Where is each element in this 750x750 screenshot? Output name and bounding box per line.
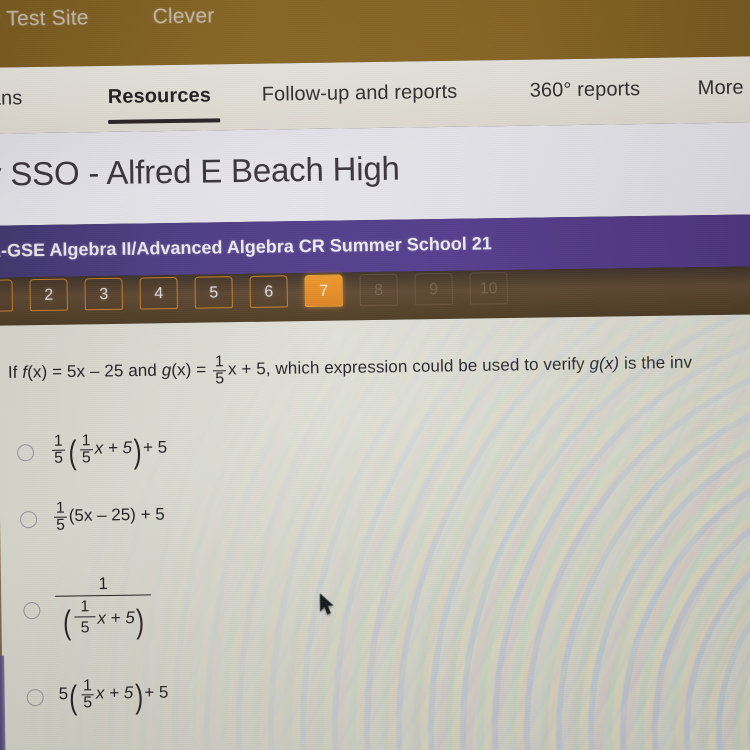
radio-option-c[interactable] (23, 602, 41, 620)
page-title-band: ity SSO - Alfred E Beach High (0, 122, 750, 226)
question-fraction: 15 (213, 353, 227, 388)
option-c-inner-denominator: 5 (74, 615, 96, 637)
page-left-edge-lower (0, 655, 6, 750)
option-a-outer-fraction: 15 (52, 432, 66, 468)
question-tab-9: 9 (414, 272, 453, 306)
mouse-cursor-icon (319, 593, 334, 615)
nav-item-follow-up-and-reports[interactable]: Follow-up and reports (262, 81, 458, 107)
option-d-inner-tail: x + 5 (95, 683, 134, 703)
bookmark-ap-test-site[interactable]: AP Test Site (0, 6, 89, 32)
option-d-trailing: + 5 (144, 682, 169, 702)
option-a-outer-numerator: 1 (53, 432, 63, 450)
option-b-outer-fraction: 15 (54, 499, 68, 535)
question-after-fraction: x + 5 (227, 359, 266, 379)
nav-item-more[interactable]: More (698, 77, 744, 101)
radio-option-d[interactable] (26, 688, 44, 707)
question-g-arg: (x) (171, 360, 192, 380)
option-d-coefficient: 5 (58, 684, 69, 704)
question-stem: If f(x) = 5x – 25 and g(x) = 15x + 5, wh… (8, 347, 693, 390)
question-tab-6[interactable]: 6 (249, 275, 288, 308)
option-c-big-numerator: 1 (98, 574, 108, 594)
nav-item-resources[interactable]: Resources (108, 84, 212, 109)
page-title: ity SSO - Alfred E Beach High (0, 149, 400, 194)
nav-item-360-reports[interactable]: 360° reports (530, 78, 641, 103)
option-a-outer-denominator: 5 (52, 449, 66, 468)
question-tab-1[interactable]: 1 (0, 279, 13, 312)
option-a-body: 1 5(1 5 x + 5)+ 5 (50, 432, 168, 472)
question-f-arg: (x) (27, 362, 48, 382)
question-tail: , which expression could be used to veri… (265, 354, 590, 379)
option-b-inner-plain: (5x – 25) (68, 505, 137, 526)
question-fraction-denominator: 5 (213, 370, 227, 388)
option-a-paren-open: ( (68, 434, 77, 472)
radio-option-b[interactable] (19, 511, 38, 529)
option-a-inner-denominator: 5 (79, 449, 93, 467)
option-b-outer-numerator: 1 (55, 499, 65, 517)
question-f-equation: = 5x – 25 and (47, 360, 162, 382)
bookmark-clever[interactable]: Clever (152, 4, 214, 29)
option-d-inner-fraction: 15 (81, 677, 95, 712)
question-tab-10: 10 (469, 272, 508, 305)
nav-active-underline (108, 118, 221, 124)
option-c-big-denominator: (1 5 x + 5) (55, 593, 153, 642)
option-a-paren-close: ) (133, 433, 142, 471)
option-b-outer-denominator: 5 (54, 516, 68, 535)
question-tab-3[interactable]: 3 (84, 277, 123, 311)
question-fraction-numerator: 1 (214, 353, 225, 371)
option-b-trailing: + 5 (140, 504, 165, 524)
question-tab-4[interactable]: 4 (139, 276, 178, 310)
radio-option-a[interactable] (16, 444, 35, 462)
option-c-body: 1(1 5 x + 5) (55, 573, 153, 642)
option-c-paren-open: ( (62, 604, 72, 642)
option-d-inner-denominator: 5 (81, 694, 95, 712)
option-c-big-fraction: 1(1 5 x + 5) (55, 573, 153, 642)
option-d-paren-close: ) (134, 678, 144, 716)
option-c-paren-close: ) (136, 603, 145, 641)
screen-photo: AP Test Site Clever Plans Resources Foll… (0, 0, 750, 750)
question-tab-2[interactable]: 2 (29, 278, 68, 312)
question-tab-7[interactable]: 7 (304, 274, 343, 308)
option-c-inner-tail: x + 5 (97, 607, 135, 628)
question-g-equals: = (191, 359, 212, 380)
option-a-inner-fraction: 15 (79, 432, 93, 467)
question-tab-8: 8 (359, 273, 398, 307)
option-d-paren-open: ( (69, 679, 78, 717)
question-tail-g: g(x) (589, 353, 620, 374)
site-nav-bar: Plans Resources Follow-up and reports 36… (0, 56, 750, 134)
question-content-area: If f(x) = 5x – 25 and g(x) = 15x + 5, wh… (0, 314, 750, 750)
option-a-inner-numerator: 1 (81, 432, 91, 450)
option-a-inner-tail: x + 5 (94, 438, 133, 458)
question-stem-prefix: If (7, 362, 23, 382)
option-d-inner-numerator: 1 (82, 677, 92, 695)
option-c-inner-numerator: 1 (80, 597, 90, 615)
option-a-trailing: + 5 (142, 437, 168, 457)
nav-item-plans[interactable]: Plans (0, 87, 23, 111)
course-name: GA-GSE Algebra II/Advanced Algebra CR Su… (0, 233, 492, 261)
question-tail-end: is the inv (619, 352, 693, 373)
option-d-body: 5(1 5 x + 5)+ 5 (58, 677, 169, 717)
option-c-inner-fraction: 15 (74, 597, 96, 637)
browser-window: AP Test Site Clever Plans Resources Foll… (0, 0, 750, 750)
question-tab-5[interactable]: 5 (194, 276, 233, 309)
option-b-body: 1 5 (5x – 25) + 5 (52, 499, 165, 535)
